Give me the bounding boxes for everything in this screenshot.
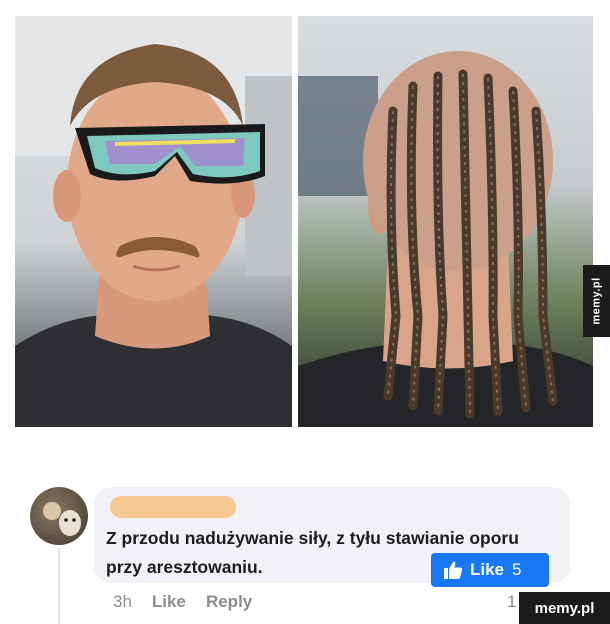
corner-watermark: memy.pl xyxy=(519,592,610,624)
thumbs-up-icon xyxy=(443,560,463,580)
photo-front-view xyxy=(15,16,292,427)
corner-watermark-text: memy.pl xyxy=(534,599,595,617)
like-count-badge[interactable]: Like 5 xyxy=(431,553,549,587)
reply-button[interactable]: Reply xyxy=(206,592,252,612)
meme-photos xyxy=(15,16,593,427)
trailing-count: 1 xyxy=(507,592,517,611)
side-watermark-text: memy.pl xyxy=(590,277,603,325)
photo-back-view xyxy=(298,16,593,427)
side-watermark: memy.pl xyxy=(583,265,610,337)
comment-actions: 3h Like Reply xyxy=(113,592,272,612)
like-badge-count: 5 xyxy=(512,560,522,579)
comment-author-redacted[interactable] xyxy=(110,496,236,518)
thread-line xyxy=(58,548,60,624)
like-button[interactable]: Like xyxy=(152,592,186,612)
comment-timestamp[interactable]: 3h xyxy=(113,592,132,612)
like-badge-label: Like xyxy=(470,560,505,579)
avatar[interactable] xyxy=(30,487,88,545)
